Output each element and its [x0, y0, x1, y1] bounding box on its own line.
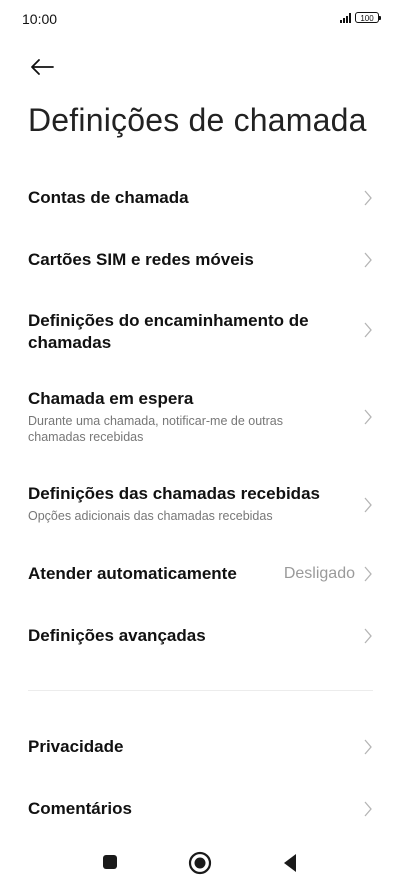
recents-button[interactable]: [98, 850, 122, 874]
back-button[interactable]: [22, 50, 60, 84]
section-divider: [28, 690, 373, 691]
chevron-right-icon: [364, 739, 372, 755]
chevron-right-icon: [364, 190, 372, 206]
list-item-call-waiting[interactable]: Chamada em espera Durante uma chamada, n…: [0, 384, 401, 454]
chevron-right-icon: [364, 566, 372, 582]
list-item-incoming-calls[interactable]: Definições das chamadas recebidas Opções…: [0, 478, 401, 528]
battery-icon: 100: [355, 12, 381, 23]
circle-icon: [188, 851, 212, 875]
item-title: Definições avançadas: [28, 626, 206, 645]
status-bar: 10:00 100: [0, 0, 401, 40]
arrow-left-icon: [31, 59, 54, 75]
page-title: Definições de chamada: [28, 102, 367, 138]
item-subtitle: Durante uma chamada, notificar-me de out…: [28, 414, 283, 444]
item-title: Cartões SIM e redes móveis: [28, 250, 254, 269]
item-subtitle: Opções adicionais das chamadas recebidas: [28, 509, 273, 523]
list-item-advanced-settings[interactable]: Definições avançadas: [0, 612, 401, 662]
chevron-right-icon: [364, 628, 372, 644]
item-title: Atender automaticamente: [28, 564, 237, 583]
list-item-sim-cards[interactable]: Cartões SIM e redes móveis: [0, 236, 401, 286]
chevron-right-icon: [364, 497, 372, 513]
status-icons: 100: [340, 12, 381, 23]
chevron-right-icon: [364, 801, 372, 817]
item-title: Comentários: [28, 799, 132, 818]
navigation-bar: [0, 840, 401, 892]
list-item-privacy[interactable]: Privacidade: [0, 722, 401, 772]
item-title: Contas de chamada: [28, 188, 189, 207]
battery-level: 100: [360, 14, 374, 23]
chevron-right-icon: [364, 409, 372, 425]
square-icon: [103, 855, 117, 869]
signal-icon: [340, 12, 351, 23]
triangle-back-icon: [284, 854, 296, 872]
back-nav-button[interactable]: [278, 850, 302, 876]
chevron-right-icon: [364, 252, 372, 268]
home-button[interactable]: [186, 849, 214, 877]
list-item-auto-answer[interactable]: Atender automaticamente Desligado: [0, 550, 401, 600]
item-title: Privacidade: [28, 737, 124, 756]
chevron-right-icon: [364, 322, 372, 338]
status-time: 10:00: [22, 11, 58, 27]
auto-answer-value: Desligado: [283, 565, 355, 582]
list-item-call-accounts[interactable]: Contas de chamada: [0, 174, 401, 224]
list-item-call-forwarding[interactable]: Definições do encaminhamento de chamadas: [0, 302, 401, 362]
list-item-feedback[interactable]: Comentários: [0, 784, 401, 834]
item-title: Chamada em espera: [28, 389, 194, 408]
item-title: Definições do encaminhamento de chamadas: [28, 311, 309, 352]
item-title: Definições das chamadas recebidas: [28, 484, 320, 503]
